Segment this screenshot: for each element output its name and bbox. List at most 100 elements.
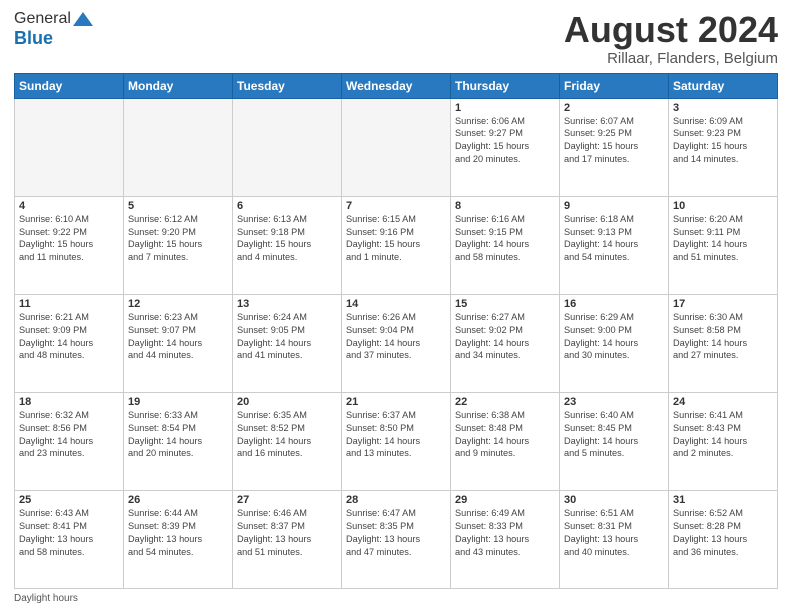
day-number: 6: [237, 200, 337, 212]
day-info: Sunrise: 6:44 AM Sunset: 8:39 PM Dayligh…: [128, 507, 228, 559]
col-friday: Friday: [560, 73, 669, 98]
header: General Blue August 2024 Rillaar, Flande…: [14, 10, 778, 67]
day-info: Sunrise: 6:40 AM Sunset: 8:45 PM Dayligh…: [564, 409, 664, 461]
calendar-week-row: 25Sunrise: 6:43 AM Sunset: 8:41 PM Dayli…: [15, 490, 778, 588]
table-row: 27Sunrise: 6:46 AM Sunset: 8:37 PM Dayli…: [233, 490, 342, 588]
footer-note: Daylight hours: [14, 593, 778, 604]
table-row: [15, 98, 124, 196]
day-info: Sunrise: 6:24 AM Sunset: 9:05 PM Dayligh…: [237, 311, 337, 363]
table-row: 2Sunrise: 6:07 AM Sunset: 9:25 PM Daylig…: [560, 98, 669, 196]
day-info: Sunrise: 6:46 AM Sunset: 8:37 PM Dayligh…: [237, 507, 337, 559]
day-info: Sunrise: 6:13 AM Sunset: 9:18 PM Dayligh…: [237, 213, 337, 265]
day-number: 29: [455, 494, 555, 506]
table-row: 20Sunrise: 6:35 AM Sunset: 8:52 PM Dayli…: [233, 392, 342, 490]
day-number: 15: [455, 298, 555, 310]
table-row: 7Sunrise: 6:15 AM Sunset: 9:16 PM Daylig…: [342, 196, 451, 294]
day-number: 9: [564, 200, 664, 212]
day-info: Sunrise: 6:20 AM Sunset: 9:11 PM Dayligh…: [673, 213, 773, 265]
day-info: Sunrise: 6:41 AM Sunset: 8:43 PM Dayligh…: [673, 409, 773, 461]
table-row: [124, 98, 233, 196]
logo-icon: [73, 12, 93, 26]
table-row: 3Sunrise: 6:09 AM Sunset: 9:23 PM Daylig…: [669, 98, 778, 196]
day-info: Sunrise: 6:27 AM Sunset: 9:02 PM Dayligh…: [455, 311, 555, 363]
day-info: Sunrise: 6:18 AM Sunset: 9:13 PM Dayligh…: [564, 213, 664, 265]
day-number: 23: [564, 396, 664, 408]
table-row: 8Sunrise: 6:16 AM Sunset: 9:15 PM Daylig…: [451, 196, 560, 294]
day-number: 5: [128, 200, 228, 212]
day-number: 2: [564, 102, 664, 114]
table-row: 29Sunrise: 6:49 AM Sunset: 8:33 PM Dayli…: [451, 490, 560, 588]
table-row: 9Sunrise: 6:18 AM Sunset: 9:13 PM Daylig…: [560, 196, 669, 294]
day-number: 24: [673, 396, 773, 408]
day-number: 11: [19, 298, 119, 310]
day-info: Sunrise: 6:32 AM Sunset: 8:56 PM Dayligh…: [19, 409, 119, 461]
logo-general-text: General: [14, 10, 71, 28]
title-area: August 2024 Rillaar, Flanders, Belgium: [564, 10, 778, 67]
location: Rillaar, Flanders, Belgium: [564, 50, 778, 67]
day-number: 26: [128, 494, 228, 506]
col-thursday: Thursday: [451, 73, 560, 98]
day-number: 28: [346, 494, 446, 506]
table-row: [342, 98, 451, 196]
table-row: 16Sunrise: 6:29 AM Sunset: 9:00 PM Dayli…: [560, 294, 669, 392]
day-number: 14: [346, 298, 446, 310]
day-number: 20: [237, 396, 337, 408]
day-number: 17: [673, 298, 773, 310]
day-number: 30: [564, 494, 664, 506]
day-info: Sunrise: 6:07 AM Sunset: 9:25 PM Dayligh…: [564, 115, 664, 167]
table-row: 17Sunrise: 6:30 AM Sunset: 8:58 PM Dayli…: [669, 294, 778, 392]
day-info: Sunrise: 6:26 AM Sunset: 9:04 PM Dayligh…: [346, 311, 446, 363]
table-row: 31Sunrise: 6:52 AM Sunset: 8:28 PM Dayli…: [669, 490, 778, 588]
day-info: Sunrise: 6:37 AM Sunset: 8:50 PM Dayligh…: [346, 409, 446, 461]
table-row: 1Sunrise: 6:06 AM Sunset: 9:27 PM Daylig…: [451, 98, 560, 196]
month-title: August 2024: [564, 10, 778, 50]
day-info: Sunrise: 6:43 AM Sunset: 8:41 PM Dayligh…: [19, 507, 119, 559]
calendar-week-row: 4Sunrise: 6:10 AM Sunset: 9:22 PM Daylig…: [15, 196, 778, 294]
day-number: 22: [455, 396, 555, 408]
day-info: Sunrise: 6:10 AM Sunset: 9:22 PM Dayligh…: [19, 213, 119, 265]
day-number: 16: [564, 298, 664, 310]
calendar-table: Sunday Monday Tuesday Wednesday Thursday…: [14, 73, 778, 589]
col-saturday: Saturday: [669, 73, 778, 98]
day-number: 1: [455, 102, 555, 114]
calendar-week-row: 11Sunrise: 6:21 AM Sunset: 9:09 PM Dayli…: [15, 294, 778, 392]
calendar-week-row: 1Sunrise: 6:06 AM Sunset: 9:27 PM Daylig…: [15, 98, 778, 196]
table-row: [233, 98, 342, 196]
col-sunday: Sunday: [15, 73, 124, 98]
table-row: 12Sunrise: 6:23 AM Sunset: 9:07 PM Dayli…: [124, 294, 233, 392]
table-row: 28Sunrise: 6:47 AM Sunset: 8:35 PM Dayli…: [342, 490, 451, 588]
table-row: 11Sunrise: 6:21 AM Sunset: 9:09 PM Dayli…: [15, 294, 124, 392]
table-row: 4Sunrise: 6:10 AM Sunset: 9:22 PM Daylig…: [15, 196, 124, 294]
logo: General Blue: [14, 10, 93, 49]
day-number: 19: [128, 396, 228, 408]
table-row: 19Sunrise: 6:33 AM Sunset: 8:54 PM Dayli…: [124, 392, 233, 490]
col-wednesday: Wednesday: [342, 73, 451, 98]
day-number: 7: [346, 200, 446, 212]
table-row: 6Sunrise: 6:13 AM Sunset: 9:18 PM Daylig…: [233, 196, 342, 294]
table-row: 23Sunrise: 6:40 AM Sunset: 8:45 PM Dayli…: [560, 392, 669, 490]
table-row: 15Sunrise: 6:27 AM Sunset: 9:02 PM Dayli…: [451, 294, 560, 392]
day-number: 12: [128, 298, 228, 310]
day-number: 21: [346, 396, 446, 408]
daylight-label: Daylight hours: [14, 593, 78, 604]
day-number: 4: [19, 200, 119, 212]
day-info: Sunrise: 6:51 AM Sunset: 8:31 PM Dayligh…: [564, 507, 664, 559]
day-number: 31: [673, 494, 773, 506]
table-row: 25Sunrise: 6:43 AM Sunset: 8:41 PM Dayli…: [15, 490, 124, 588]
table-row: 18Sunrise: 6:32 AM Sunset: 8:56 PM Dayli…: [15, 392, 124, 490]
table-row: 10Sunrise: 6:20 AM Sunset: 9:11 PM Dayli…: [669, 196, 778, 294]
table-row: 13Sunrise: 6:24 AM Sunset: 9:05 PM Dayli…: [233, 294, 342, 392]
table-row: 22Sunrise: 6:38 AM Sunset: 8:48 PM Dayli…: [451, 392, 560, 490]
day-info: Sunrise: 6:09 AM Sunset: 9:23 PM Dayligh…: [673, 115, 773, 167]
day-info: Sunrise: 6:38 AM Sunset: 8:48 PM Dayligh…: [455, 409, 555, 461]
day-info: Sunrise: 6:29 AM Sunset: 9:00 PM Dayligh…: [564, 311, 664, 363]
table-row: 21Sunrise: 6:37 AM Sunset: 8:50 PM Dayli…: [342, 392, 451, 490]
day-info: Sunrise: 6:21 AM Sunset: 9:09 PM Dayligh…: [19, 311, 119, 363]
col-monday: Monday: [124, 73, 233, 98]
calendar-header-row: Sunday Monday Tuesday Wednesday Thursday…: [15, 73, 778, 98]
day-number: 3: [673, 102, 773, 114]
day-info: Sunrise: 6:06 AM Sunset: 9:27 PM Dayligh…: [455, 115, 555, 167]
day-number: 27: [237, 494, 337, 506]
table-row: 14Sunrise: 6:26 AM Sunset: 9:04 PM Dayli…: [342, 294, 451, 392]
day-info: Sunrise: 6:16 AM Sunset: 9:15 PM Dayligh…: [455, 213, 555, 265]
